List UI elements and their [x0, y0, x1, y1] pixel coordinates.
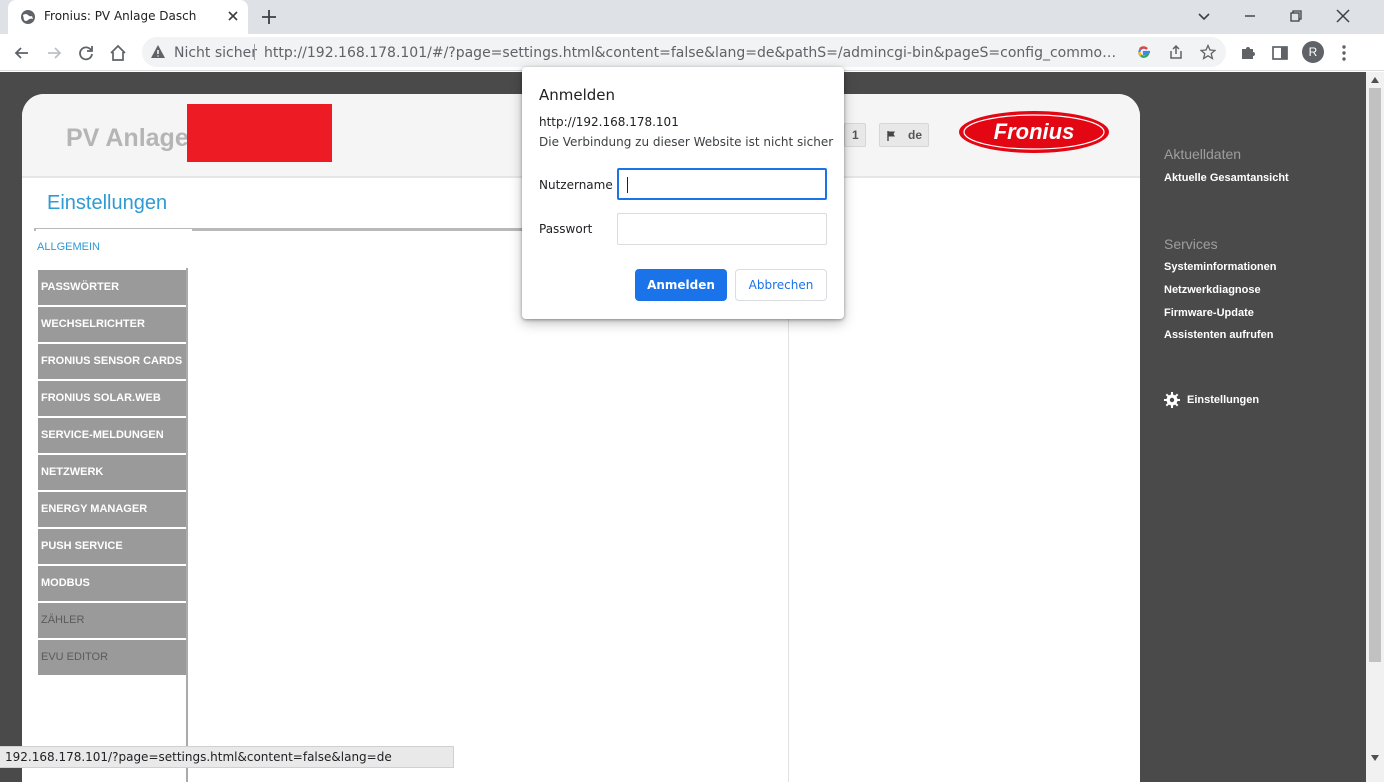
browser-tab-strip: Fronius: PV Anlage Dasch: [0, 0, 1384, 34]
site-title: PV Anlage: [66, 124, 189, 152]
gear-icon[interactable]: [1164, 392, 1180, 408]
globe-icon: [21, 10, 35, 24]
browser-toolbar: Nicht sicher http://192.168.178.101/#/?p…: [0, 34, 1384, 71]
more-menu-icon[interactable]: [1334, 43, 1354, 63]
password-field[interactable]: [617, 213, 827, 245]
reload-icon[interactable]: [76, 43, 96, 63]
nav-link-overview[interactable]: Aktuelle Gesamtansicht: [1164, 172, 1289, 184]
scroll-down-arrow-icon[interactable]: [1370, 754, 1380, 762]
nav-link-firmware[interactable]: Firmware-Update: [1164, 307, 1254, 319]
page-scrollbar[interactable]: [1366, 72, 1384, 782]
new-tab-icon[interactable]: [260, 8, 278, 26]
close-tab-icon[interactable]: [226, 9, 240, 23]
menu-item-push-service[interactable]: PUSH SERVICE: [38, 529, 190, 566]
text-caret: [627, 177, 628, 193]
password-label: Passwort: [539, 222, 593, 236]
dialog-origin: http://192.168.178.101: [539, 115, 679, 129]
fronius-logo[interactable]: Fronius: [958, 110, 1110, 154]
forward-icon[interactable]: [44, 43, 64, 63]
tab-title: Fronius: PV Anlage Dasch: [44, 9, 197, 23]
counter-button[interactable]: 1: [844, 123, 866, 147]
not-secure-label[interactable]: Nicht sicher: [174, 45, 257, 61]
menu-item-service-meldungen[interactable]: SERVICE-MELDUNGEN: [38, 418, 190, 455]
bookmark-star-icon[interactable]: [1200, 44, 1216, 60]
nav-link-wizards[interactable]: Assistenten aufrufen: [1164, 329, 1273, 341]
home-icon[interactable]: [108, 43, 128, 63]
scroll-thumb[interactable]: [1369, 88, 1381, 662]
menu-item-zaehler[interactable]: ZÄHLER: [38, 603, 190, 640]
minimize-icon[interactable]: [1240, 6, 1260, 26]
nav-link-netdiag[interactable]: Netzwerkdiagnose: [1164, 284, 1261, 296]
menu-item-sensor-cards[interactable]: FRONIUS SENSOR CARDS: [38, 344, 190, 381]
menu-item-allgemein[interactable]: ALLGEMEIN: [36, 229, 192, 270]
back-icon[interactable]: [12, 43, 32, 63]
nav-link-settings[interactable]: Einstellungen: [1187, 394, 1259, 406]
right-navigation: Aktuelldaten Aktuelle Gesamtansicht Serv…: [1164, 72, 1364, 772]
page-title: Einstellungen: [47, 192, 168, 214]
language-button[interactable]: de: [879, 123, 929, 147]
menu-item-evu-editor[interactable]: EVU EDITOR: [38, 640, 190, 677]
profile-avatar[interactable]: R: [1302, 41, 1324, 63]
nav-section-services: Services: [1164, 236, 1218, 252]
counter-label: 1: [852, 128, 859, 142]
restore-icon[interactable]: [1286, 6, 1306, 26]
redacted-block: [187, 104, 332, 162]
google-icon[interactable]: [1136, 44, 1152, 60]
dialog-warning: Die Verbindung zu dieser Website ist nic…: [539, 135, 834, 149]
nav-section-current: Aktuelldaten: [1164, 146, 1242, 162]
share-icon[interactable]: [1168, 44, 1184, 60]
menu-item-solar-web[interactable]: FRONIUS SOLAR.WEB: [38, 381, 190, 418]
menu-item-wechselrichter[interactable]: WECHSELRICHTER: [38, 307, 190, 344]
menu-item-netzwerk[interactable]: NETZWERK: [38, 455, 190, 492]
cancel-button[interactable]: Abbrechen: [735, 269, 827, 301]
login-button[interactable]: Anmelden: [635, 269, 727, 301]
browser-tab[interactable]: Fronius: PV Anlage Dasch: [8, 0, 248, 34]
menu-item-passwoerter[interactable]: PASSWÖRTER: [38, 270, 190, 307]
status-bar: 192.168.178.101/?page=settings.html&cont…: [0, 746, 454, 768]
auth-dialog: Anmelden http://192.168.178.101 Die Verb…: [522, 67, 844, 319]
side-panel-icon[interactable]: [1270, 43, 1290, 63]
tab-search-icon[interactable]: [1194, 6, 1214, 26]
url-text[interactable]: http://192.168.178.101/#/?page=settings.…: [264, 45, 1120, 61]
extensions-icon[interactable]: [1238, 43, 1258, 63]
settings-content-area: [186, 268, 788, 782]
address-bar[interactable]: Nicht sicher http://192.168.178.101/#/?p…: [142, 37, 1226, 67]
warning-icon[interactable]: [150, 44, 166, 60]
username-field[interactable]: [617, 168, 827, 200]
settings-menu: ALLGEMEIN PASSWÖRTER WECHSELRICHTER FRON…: [36, 229, 192, 677]
scroll-up-arrow-icon[interactable]: [1370, 76, 1380, 84]
svg-text:Fronius: Fronius: [994, 119, 1075, 144]
language-label: de: [908, 128, 923, 142]
flag-icon: [887, 131, 895, 141]
close-window-icon[interactable]: [1333, 6, 1353, 26]
nav-link-sysinfo[interactable]: Systeminformationen: [1164, 261, 1276, 273]
username-label: Nutzername: [539, 178, 613, 192]
menu-item-modbus[interactable]: MODBUS: [38, 566, 190, 603]
menu-item-energy-manager[interactable]: ENERGY MANAGER: [38, 492, 190, 529]
dialog-title: Anmelden: [539, 86, 616, 104]
omnibox-divider: [254, 44, 255, 60]
